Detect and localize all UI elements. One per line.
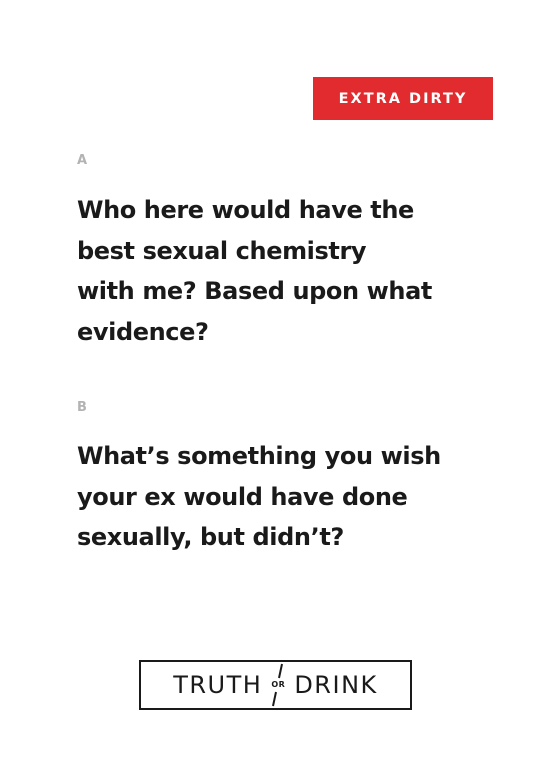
question-card: EXTRA DIRTY A Who here would have the be…	[0, 0, 551, 779]
logo-word-drink: DRINK	[294, 671, 378, 699]
logo-word-truth: TRUTH	[173, 671, 263, 699]
question-b-line: sexually, but didn’t?	[77, 523, 344, 551]
question-b-label: B	[77, 400, 87, 415]
question-a-line: with me? Based upon what	[77, 277, 432, 305]
truth-or-drink-logo: TRUTH OR DRINK	[139, 660, 412, 710]
question-a-label: A	[77, 153, 88, 168]
extra-dirty-badge: EXTRA DIRTY	[313, 77, 493, 120]
question-a-line: evidence?	[77, 317, 209, 346]
question-a-line: best sexual chemistry	[77, 236, 367, 265]
question-b-line: What’s something you wish	[77, 442, 441, 470]
badge-text: EXTRA DIRTY	[338, 90, 468, 107]
question-a: Who here would have the best sexual chem…	[77, 190, 497, 352]
question-b: What’s something you wish your ex would …	[77, 436, 497, 558]
logo-separator: OR	[264, 662, 292, 708]
logo-word-or: OR	[271, 680, 286, 689]
question-a-line: Who here would have the	[77, 196, 414, 224]
question-b-line: your ex would have done	[77, 482, 408, 511]
